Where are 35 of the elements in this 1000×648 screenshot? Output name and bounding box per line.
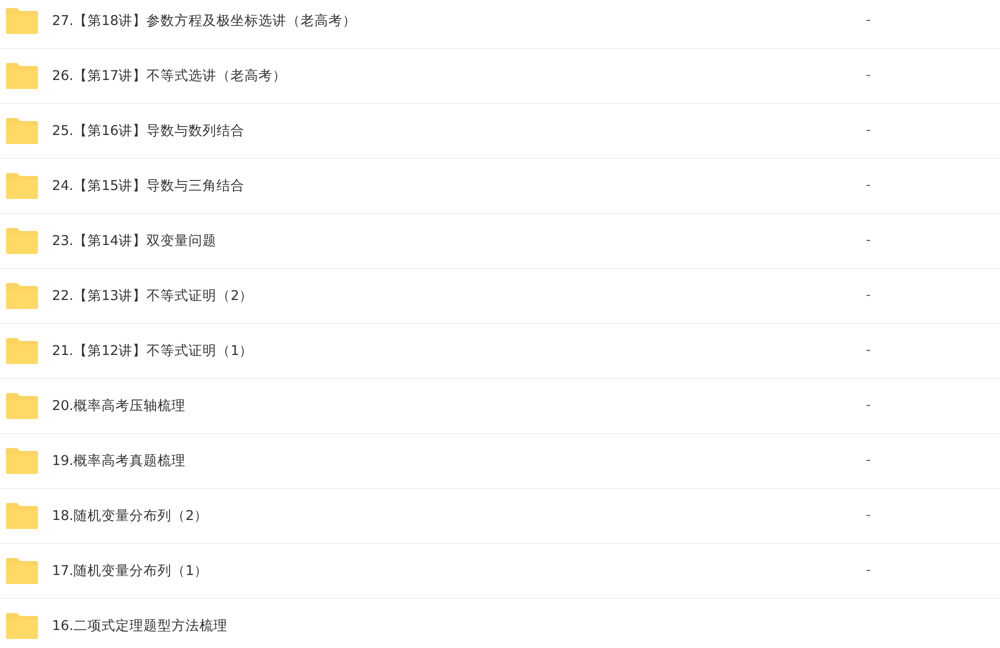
folder-icon xyxy=(6,63,38,89)
file-size: - xyxy=(866,12,872,30)
file-size: - xyxy=(866,67,872,86)
folder-icon xyxy=(6,613,38,639)
folder-name[interactable]: 17.随机变量分布列（1） xyxy=(52,560,208,582)
file-size: - xyxy=(866,342,872,360)
folder-icon xyxy=(6,173,38,199)
folder-icon xyxy=(6,448,38,474)
file-size: - xyxy=(866,122,872,140)
folder-name[interactable]: 19.概率高考真题梳理 xyxy=(52,450,186,472)
folder-name[interactable]: 21.【第12讲】不等式证明（1） xyxy=(52,340,254,362)
folder-icon xyxy=(6,283,38,309)
folder-icon xyxy=(6,338,38,364)
file-size: - xyxy=(866,562,872,580)
folder-icon xyxy=(6,228,38,254)
folder-icon xyxy=(6,8,38,34)
file-size: - xyxy=(866,232,872,250)
folder-name[interactable]: 16.二项式定理题型方法梳理 xyxy=(52,616,228,636)
folder-name[interactable]: 24.【第15讲】导数与三角结合 xyxy=(52,176,245,196)
folder-name[interactable]: 23.【第14讲】双变量问题 xyxy=(52,230,217,252)
folder-name[interactable]: 20.概率高考压轴梳理 xyxy=(52,396,186,416)
file-size: - xyxy=(866,507,872,526)
folder-icon xyxy=(6,393,38,419)
folder-name[interactable]: 25.【第16讲】导数与数列结合 xyxy=(52,120,245,142)
file-size: - xyxy=(866,452,872,470)
file-size: - xyxy=(866,177,872,196)
folder-name[interactable]: 18.随机变量分布列（2） xyxy=(52,506,208,526)
folder-name[interactable]: 26.【第17讲】不等式选讲（老高考） xyxy=(52,66,287,86)
folder-icon xyxy=(6,558,38,584)
folder-icon xyxy=(6,503,38,529)
folder-name[interactable]: 22.【第13讲】不等式证明（2） xyxy=(52,286,254,306)
file-size: - xyxy=(866,287,872,306)
folder-icon xyxy=(6,118,38,144)
folder-name[interactable]: 27.【第18讲】参数方程及极坐标选讲（老高考） xyxy=(52,10,357,32)
file-size: - xyxy=(866,397,872,416)
